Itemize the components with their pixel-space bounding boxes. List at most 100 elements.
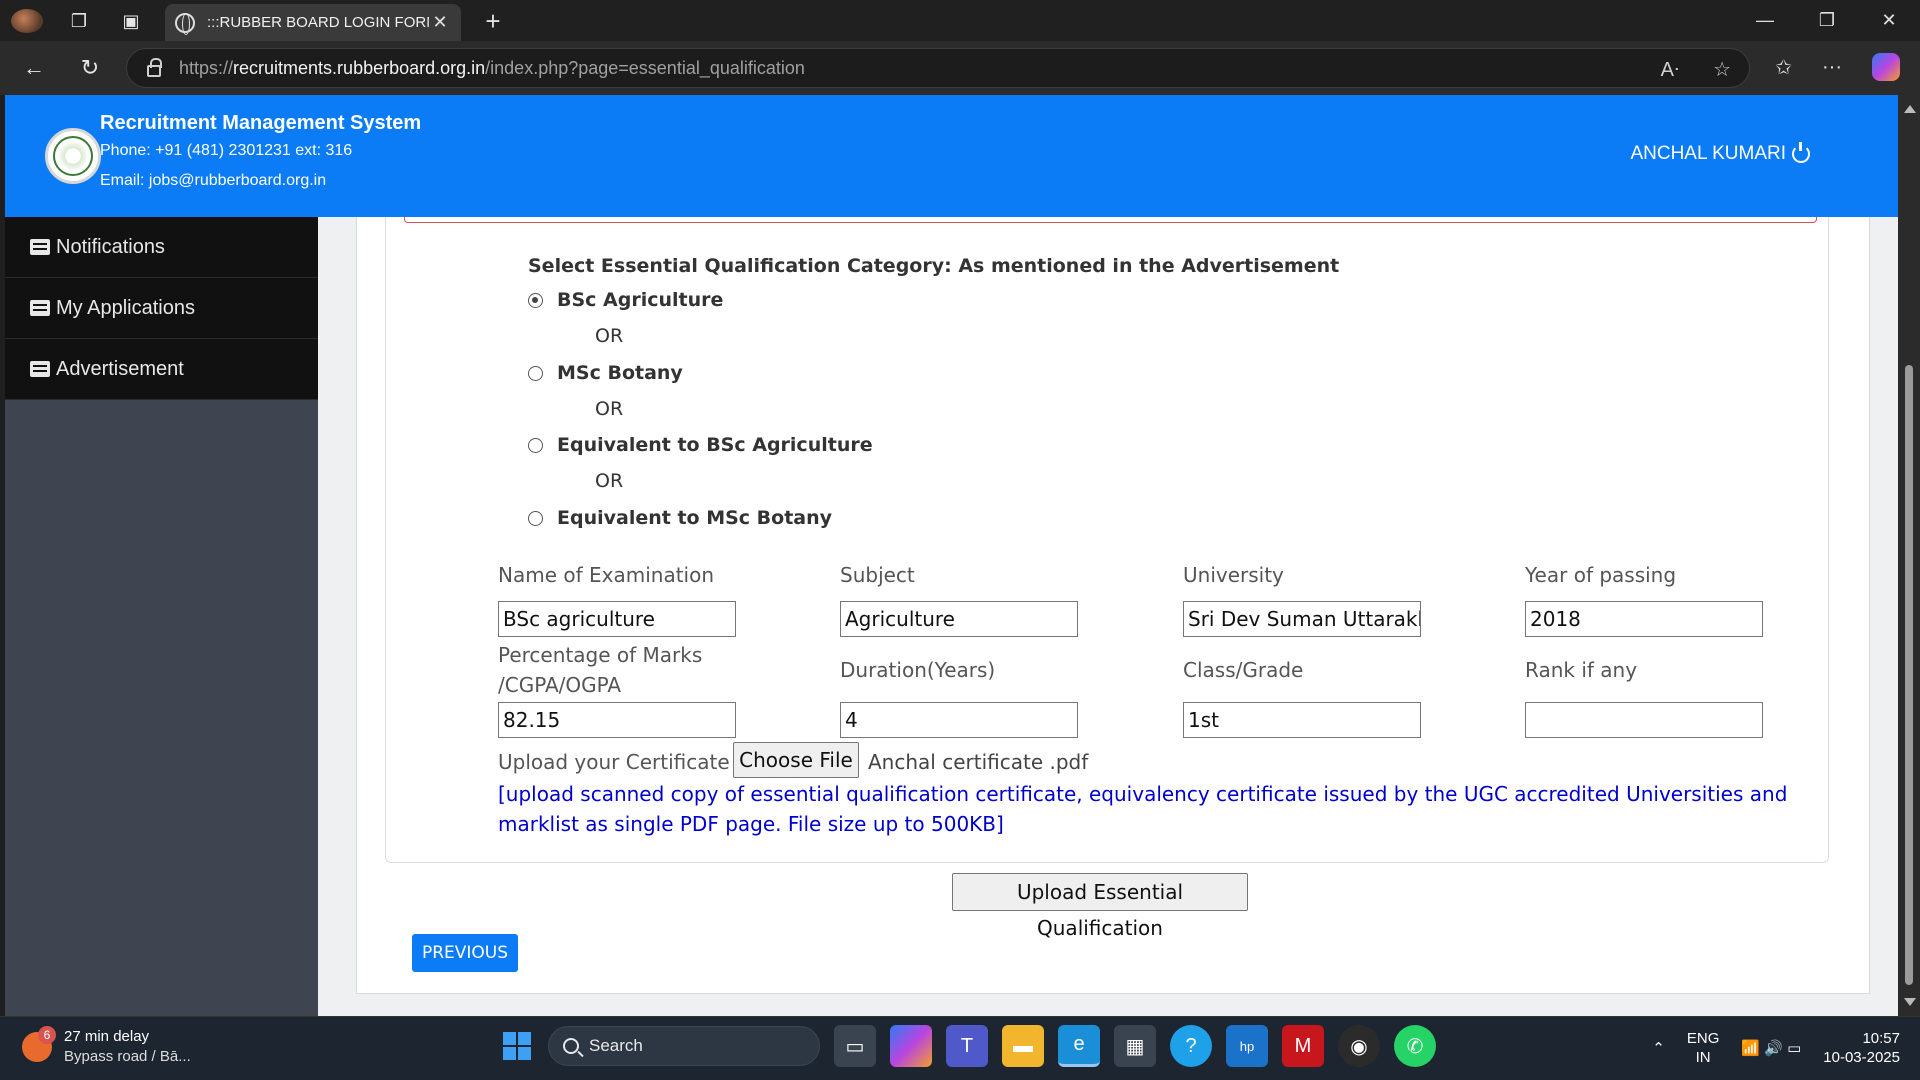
windows-taskbar: 6 27 min delay Bypass road / Bā... Searc… xyxy=(0,1016,1920,1080)
exam-name-input[interactable]: BSc agriculture xyxy=(498,601,736,637)
previous-button[interactable]: PREVIOUS xyxy=(412,934,518,972)
percentage-marks-label-line2: /CGPA/OGPA xyxy=(498,673,622,697)
list-icon xyxy=(30,361,50,377)
address-bar-row: ← ↻ https://recruitments.rubberboard.org… xyxy=(0,41,1920,95)
url-text: https://recruitments.rubberboard.org.in/… xyxy=(179,58,805,79)
scroll-up-arrow[interactable] xyxy=(1904,105,1916,113)
file-explorer-icon[interactable]: ▬ xyxy=(1002,1025,1044,1067)
option-equivalent-bsc-agriculture[interactable]: Equivalent to BSc Agriculture xyxy=(528,434,873,456)
search-icon xyxy=(563,1038,579,1054)
option-label: MSc Botany xyxy=(557,362,683,384)
option-label: Equivalent to MSc Botany xyxy=(557,507,833,529)
show-hidden-icons-chevron-icon[interactable]: ⌃ xyxy=(1652,1039,1665,1057)
language-code: ENG xyxy=(1686,1030,1720,1047)
browser-tab-active[interactable]: :::RUBBER BOARD LOGIN FORM::. ✕ xyxy=(165,4,461,41)
favorites-icon[interactable]: ✩ xyxy=(1775,55,1792,80)
upload-essential-qualification-button[interactable]: Upload Essential Qualification xyxy=(952,873,1248,940)
upload-certificate-label: Upload your Certificate : xyxy=(498,750,743,774)
percentage-marks-input[interactable]: 82.15 xyxy=(498,702,736,738)
radio-button[interactable] xyxy=(528,510,543,526)
copilot-icon[interactable] xyxy=(1872,53,1900,81)
close-window-button[interactable]: ✕ xyxy=(1858,0,1920,41)
user-logout-link[interactable]: ANCHAL KUMARI xyxy=(1630,142,1810,165)
logo-emblem xyxy=(53,136,93,176)
exam-name-label: Name of Examination xyxy=(498,563,715,587)
profile-avatar[interactable] xyxy=(10,6,44,36)
site-phone: Phone: +91 (481) 2301231 ext: 316 xyxy=(100,142,353,159)
favorite-star-icon[interactable]: ☆ xyxy=(1713,57,1731,82)
sidebar: Notifications My Applications Advertisem… xyxy=(5,217,318,1016)
rank-label: Rank if any xyxy=(1525,658,1638,682)
traffic-widget[interactable]: 6 27 min delay Bypass road / Bā... xyxy=(22,1026,191,1067)
read-aloud-icon[interactable]: Aᐧ xyxy=(1661,57,1679,82)
main-content: Select Essential Qualification Category:… xyxy=(318,217,1898,1016)
more-menu-icon[interactable]: ··· xyxy=(1822,56,1842,79)
minimize-button[interactable]: — xyxy=(1734,0,1796,41)
chrome-icon[interactable]: ◉ xyxy=(1338,1025,1380,1067)
option-msc-botany[interactable]: MSc Botany xyxy=(528,362,683,384)
sidebar-item-label: My Applications xyxy=(56,296,195,319)
sidebar-item-advertisement[interactable]: Advertisement xyxy=(5,339,318,400)
copilot-app-icon[interactable] xyxy=(890,1025,932,1067)
page-scrollbar[interactable] xyxy=(1898,95,1920,1016)
new-tab-button[interactable]: + xyxy=(478,6,508,37)
option-equivalent-msc-botany[interactable]: Equivalent to MSc Botany xyxy=(528,507,832,529)
task-view-icon[interactable]: ▭ xyxy=(834,1025,876,1067)
qualification-panel: Select Essential Qualification Category:… xyxy=(385,217,1829,863)
microsoft-store-icon[interactable]: ▦ xyxy=(1114,1025,1156,1067)
clock[interactable]: 10:57 10-03-2025 xyxy=(1823,1029,1900,1067)
or-label: OR xyxy=(595,398,624,420)
choose-file-button[interactable]: Choose File xyxy=(733,742,859,778)
edge-icon[interactable]: e xyxy=(1058,1025,1100,1067)
tab-title: :::RUBBER BOARD LOGIN FORM::. xyxy=(207,14,429,31)
language-indicator[interactable]: ENG IN xyxy=(1687,1029,1720,1067)
wifi-volume-battery-icons[interactable]: 📶 🔊 ▭ xyxy=(1741,1039,1801,1057)
teams-icon[interactable]: T xyxy=(946,1025,988,1067)
avatar xyxy=(11,9,43,33)
or-label: OR xyxy=(595,325,624,347)
vertical-tabs-icon[interactable]: ▣ xyxy=(114,6,148,36)
subject-input[interactable]: Agriculture xyxy=(840,601,1078,637)
option-label: BSc Agriculture xyxy=(557,289,724,311)
windows-start-button[interactable] xyxy=(500,1029,534,1063)
sidebar-item-label: Notifications xyxy=(56,235,165,258)
back-button[interactable]: ← xyxy=(16,52,52,84)
radio-button[interactable] xyxy=(528,365,543,381)
url-prefix: https:// xyxy=(179,57,234,78)
help-icon[interactable]: ? xyxy=(1170,1025,1212,1067)
tab-close-icon[interactable]: ✕ xyxy=(429,12,451,33)
mcafee-icon[interactable]: M xyxy=(1282,1025,1324,1067)
clock-date: 10-03-2025 xyxy=(1823,1049,1900,1066)
percentage-marks-label-line1: Percentage of Marks xyxy=(498,643,703,667)
university-label: University xyxy=(1183,563,1284,587)
page-viewport: Recruitment Management System Phone: +91… xyxy=(5,95,1898,1016)
scroll-down-arrow[interactable] xyxy=(1904,998,1916,1006)
option-bsc-agriculture[interactable]: BSc Agriculture xyxy=(528,289,723,311)
year-of-passing-input[interactable]: 2018 xyxy=(1525,601,1763,637)
myhp-icon[interactable]: hp xyxy=(1226,1025,1268,1067)
radio-button[interactable] xyxy=(528,437,543,453)
sidebar-item-notifications[interactable]: Notifications xyxy=(5,217,318,278)
clock-time: 10:57 xyxy=(1862,1030,1900,1047)
search-label: Search xyxy=(589,1036,643,1055)
workspaces-icon[interactable]: ❐ xyxy=(62,6,96,36)
whatsapp-icon[interactable]: ✆ xyxy=(1394,1025,1436,1067)
maximize-button[interactable]: ❐ xyxy=(1796,0,1858,41)
duration-input[interactable]: 4 xyxy=(840,702,1078,738)
upload-instructions: [upload scanned copy of essential qualif… xyxy=(498,782,1788,836)
refresh-button[interactable]: ↻ xyxy=(72,52,108,84)
percentage-marks-label: Percentage of Marks /CGPA/OGPA xyxy=(498,640,702,700)
radio-button[interactable] xyxy=(528,292,543,308)
taskbar-search[interactable]: Search xyxy=(548,1026,820,1066)
browser-toolbar-right: ✩ ··· xyxy=(1775,53,1900,81)
class-grade-input[interactable]: 1st xyxy=(1183,702,1421,738)
university-input[interactable]: Sri Dev Suman Uttarakhand xyxy=(1183,601,1421,637)
rank-input[interactable] xyxy=(1525,702,1763,738)
scroll-thumb[interactable] xyxy=(1905,365,1913,985)
url-field[interactable]: https://recruitments.rubberboard.org.in/… xyxy=(126,48,1750,88)
rubber-board-logo xyxy=(45,128,101,184)
power-icon xyxy=(1792,142,1810,163)
url-host: recruitments.rubberboard.org.in xyxy=(233,57,486,78)
sidebar-item-my-applications[interactable]: My Applications xyxy=(5,278,318,339)
notification-badge: 6 xyxy=(38,1026,56,1044)
